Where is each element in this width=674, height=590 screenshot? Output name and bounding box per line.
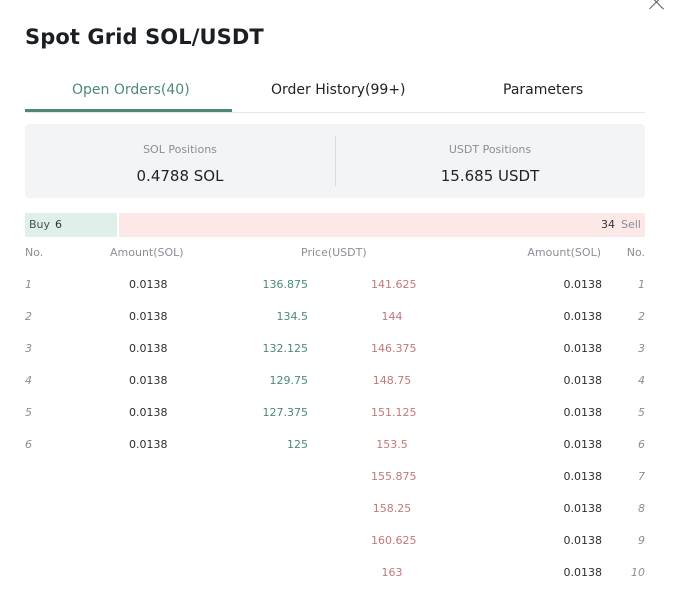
buy-count: 6: [55, 218, 62, 231]
table-row: 163 0.0138 10: [0, 556, 674, 588]
buy-order-price: 132.125: [262, 342, 309, 355]
sell-order-price: 163: [381, 566, 403, 579]
buy-order-no: 6: [25, 438, 32, 451]
sell-order-no: 5: [638, 406, 645, 419]
table-row: 5 0.0138 127.375 151.125 0.0138 5: [0, 396, 674, 428]
tab-open-orders[interactable]: Open Orders(40): [72, 82, 190, 98]
sell-order-no: 9: [638, 534, 645, 547]
buy-order-amount: 0.0138: [129, 374, 168, 387]
table-row: 4 0.0138 129.75 148.75 0.0138 4: [0, 364, 674, 396]
buy-order-no: 2: [25, 310, 32, 323]
buy-ratio-segment: Buy 6: [25, 213, 117, 237]
sell-label: Sell: [621, 218, 641, 231]
sell-order-amount: 0.0138: [563, 342, 603, 355]
sell-order-no: 10: [631, 566, 645, 579]
buy-order-price: 125: [287, 438, 308, 451]
table-row: 3 0.0138 132.125 146.375 0.0138 3: [0, 332, 674, 364]
table-row: 160.625 0.0138 9: [0, 524, 674, 556]
table-row: 158.25 0.0138 8: [0, 492, 674, 524]
sell-order-amount: 0.0138: [563, 310, 603, 323]
buy-label: Buy: [29, 218, 51, 231]
usdt-positions: USDT Positions 15.685 USDT: [335, 124, 645, 198]
sell-order-amount: 0.0138: [563, 534, 603, 547]
buy-order-price: 127.375: [262, 406, 309, 419]
buy-order-amount: 0.0138: [129, 438, 168, 451]
sell-order-price: 153.5: [376, 438, 408, 451]
sell-order-amount: 0.0138: [563, 470, 603, 483]
sell-order-no: 1: [638, 278, 645, 291]
buy-order-amount: 0.0138: [129, 278, 168, 291]
sell-order-no: 3: [638, 342, 645, 355]
sell-order-price: 155.875: [371, 470, 417, 483]
header-amount-sell: Amount(SOL): [527, 246, 601, 259]
buy-order-price: 129.75: [269, 374, 309, 387]
sell-order-amount: 0.0138: [563, 438, 603, 451]
sell-order-price: 151.125: [371, 406, 417, 419]
usdt-positions-value: 15.685 USDT: [440, 167, 540, 185]
sell-order-no: 6: [638, 438, 645, 451]
tab-bar: Open Orders(40) Order History(99+) Param…: [25, 76, 645, 113]
close-icon[interactable]: [648, 0, 666, 10]
sell-order-no: 7: [638, 470, 645, 483]
header-amount-buy: Amount(SOL): [110, 246, 184, 259]
buy-order-amount: 0.0138: [129, 406, 168, 419]
sell-order-amount: 0.0138: [563, 502, 603, 515]
sell-order-price: 146.375: [371, 342, 417, 355]
table-row: 1 0.0138 136.875 141.625 0.0138 1: [0, 268, 674, 300]
buy-order-no: 3: [25, 342, 32, 355]
sell-order-amount: 0.0138: [563, 278, 603, 291]
tab-order-history[interactable]: Order History(99+): [271, 82, 406, 98]
sell-order-amount: 0.0138: [563, 406, 603, 419]
sol-positions: SOL Positions 0.4788 SOL: [25, 124, 335, 198]
sell-order-price: 144: [381, 310, 403, 323]
page-title: Spot Grid SOL/USDT: [25, 25, 264, 49]
header-no-sell: No.: [626, 246, 645, 259]
header-price: Price(USDT): [301, 246, 367, 259]
buy-order-no: 4: [25, 374, 32, 387]
sell-order-price: 160.625: [371, 534, 417, 547]
sell-count: 34: [601, 218, 615, 231]
sell-ratio-segment: 34 Sell: [119, 213, 645, 237]
sol-positions-value: 0.4788 SOL: [136, 167, 224, 185]
buy-order-price: 134.5: [276, 310, 309, 323]
orders-table: 1 0.0138 136.875 141.625 0.0138 1 2 0.0138 134.5…: [0, 268, 674, 588]
buy-order-amount: 0.0138: [129, 342, 168, 355]
sell-order-no: 8: [638, 502, 645, 515]
sell-order-price: 148.75: [372, 374, 412, 387]
table-row: 155.875 0.0138 7: [0, 460, 674, 492]
sell-order-price: 158.25: [372, 502, 412, 515]
header-no-buy: No.: [25, 246, 44, 259]
active-tab-indicator: [25, 109, 232, 112]
sell-order-no: 4: [638, 374, 645, 387]
buy-order-price: 136.875: [262, 278, 309, 291]
usdt-positions-label: USDT Positions: [448, 143, 532, 156]
sol-positions-label: SOL Positions: [143, 143, 217, 156]
table-row: 2 0.0138 134.5 144 0.0138 2: [0, 300, 674, 332]
buy-order-no: 1: [25, 278, 32, 291]
buy-order-no: 5: [25, 406, 32, 419]
buy-order-amount: 0.0138: [129, 310, 168, 323]
table-row: 6 0.0138 125 153.5 0.0138 6: [0, 428, 674, 460]
sell-order-amount: 0.0138: [563, 374, 603, 387]
tab-parameters[interactable]: Parameters: [503, 82, 583, 98]
sell-order-amount: 0.0138: [563, 566, 603, 579]
sell-order-price: 141.625: [371, 278, 417, 291]
sell-order-no: 2: [638, 310, 645, 323]
positions-summary: SOL Positions 0.4788 SOL USDT Positions …: [25, 124, 645, 198]
buy-sell-ratio-bar: Buy 6 34 Sell: [25, 213, 645, 237]
